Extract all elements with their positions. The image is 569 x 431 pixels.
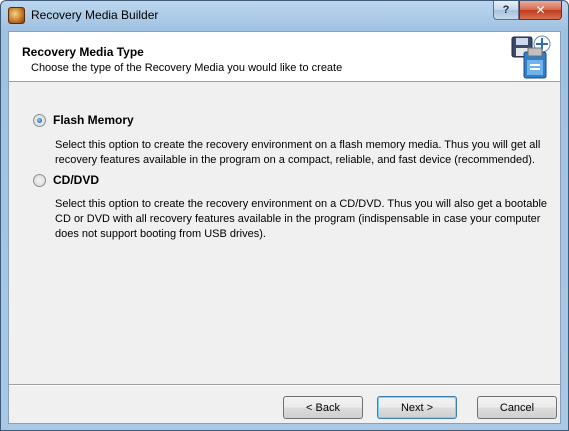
window-title: Recovery Media Builder: [31, 8, 159, 22]
title-bar[interactable]: Recovery Media Builder ? ✕: [1, 1, 568, 31]
dialog-client-area: Recovery Media Type Choose the type of t…: [8, 31, 561, 424]
app-icon: [8, 7, 25, 24]
caption-buttons: ? ✕: [493, 1, 562, 21]
radio-cd-dvd[interactable]: [33, 174, 46, 187]
dialog-window: Recovery Media Builder ? ✕ Recovery Medi…: [0, 0, 569, 431]
option-description: Select this option to create the recover…: [55, 139, 541, 166]
radio-flash-memory[interactable]: [33, 114, 46, 127]
page-subtitle: Choose the type of the Recovery Media yo…: [31, 62, 343, 74]
cancel-button[interactable]: Cancel: [477, 396, 557, 419]
option-label[interactable]: Flash Memory: [53, 113, 134, 127]
back-button[interactable]: < Back: [283, 396, 363, 419]
separator: [9, 384, 560, 386]
option-label[interactable]: CD/DVD: [53, 173, 99, 187]
option-description: Select this option to create the recover…: [55, 198, 548, 240]
page-title: Recovery Media Type: [22, 45, 144, 59]
floppy-disk-usb-icon: [511, 35, 551, 79]
wizard-header: Recovery Media Type Choose the type of t…: [9, 32, 560, 82]
help-button[interactable]: ?: [493, 1, 519, 20]
close-button[interactable]: ✕: [519, 1, 562, 20]
next-button[interactable]: Next >: [377, 396, 457, 419]
